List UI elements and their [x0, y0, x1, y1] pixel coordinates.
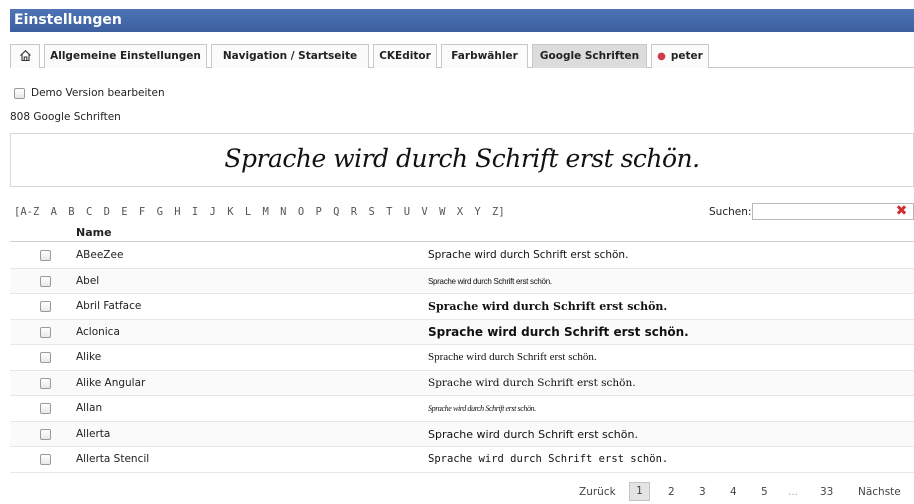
table-row[interactable]: Abel Sprache wird durch Schrift erst sch… — [10, 268, 914, 294]
pagination-page-last[interactable]: 33 — [820, 486, 833, 498]
font-name: Alike Angular — [76, 376, 146, 389]
font-sample: Sprache wird durch Schrift erst schön. — [428, 324, 689, 339]
font-sample: Sprache wird durch Schrift erst schön. — [428, 453, 669, 465]
table-row[interactable]: Alike Sprache wird durch Schrift erst sc… — [10, 345, 914, 371]
home-icon[interactable] — [10, 44, 40, 68]
alpha-filter-letter[interactable]: F — [139, 206, 145, 218]
pagination-next[interactable]: Nächste — [858, 486, 901, 498]
alpha-filter-letter[interactable]: L — [245, 206, 251, 218]
table-row[interactable]: Allerta Stencil Sprache wird durch Schri… — [10, 447, 914, 473]
tab-ckeditor[interactable]: CKEditor — [373, 44, 437, 68]
alpha-filter-letter[interactable]: X — [457, 206, 463, 218]
alpha-filter-letter[interactable]: W — [439, 206, 445, 218]
alpha-filter-letter[interactable]: I — [192, 206, 198, 218]
alpha-filter-letter[interactable]: A — [51, 206, 57, 218]
font-preview-box: Sprache wird durch Schrift erst schön. — [10, 133, 914, 187]
font-sample: Sprache wird durch Schrift erst schön. — [428, 351, 597, 363]
alpha-filter-letter[interactable]: K — [227, 206, 233, 218]
row-checkbox[interactable] — [40, 454, 51, 465]
font-sample: Sprache wird durch Schrift erst schön. — [428, 376, 636, 389]
row-checkbox[interactable] — [40, 428, 51, 440]
alpha-filter-letter[interactable]: M — [263, 206, 269, 218]
table-row[interactable]: Abril Fatface Sprache wird durch Schrift… — [10, 294, 914, 320]
demo-version-checkbox[interactable] — [14, 87, 25, 99]
pagination-page[interactable]: 4 — [730, 486, 737, 498]
font-sample: Sprache wird durch Schrift erst schön. — [428, 249, 629, 261]
alpha-filter-letter[interactable]: Y — [474, 206, 480, 218]
font-sample: Sprache wird durch Schrift erst schön. — [428, 404, 536, 413]
row-checkbox[interactable] — [40, 352, 51, 363]
alpha-filter-letter[interactable]: S — [368, 206, 374, 218]
pagination-page-current[interactable]: 1 — [629, 482, 650, 501]
font-list: ABeeZee Sprache wird durch Schrift erst … — [10, 243, 914, 473]
user-icon: ● — [657, 51, 666, 62]
font-name: Allerta Stencil — [76, 453, 150, 465]
clear-search-icon[interactable]: ✖ — [894, 204, 909, 219]
pagination-ellipsis: ... — [788, 486, 799, 498]
pagination: Zurück 1 2 3 4 5 ... 33 Nächste — [0, 482, 914, 502]
alpha-filter-letter[interactable]: J — [210, 206, 216, 218]
table-row[interactable]: Aclonica Sprache wird durch Schrift erst… — [10, 319, 914, 345]
window-title: Einstellungen — [10, 9, 914, 32]
row-checkbox[interactable] — [40, 403, 51, 414]
pagination-page[interactable]: 2 — [668, 486, 675, 498]
alpha-filter-letter[interactable]: C — [86, 206, 92, 218]
alpha-filter-all[interactable]: [A-Z — [14, 206, 39, 218]
alpha-filter-letter[interactable]: P — [315, 206, 321, 218]
tab-general-settings[interactable]: Allgemeine Einstellungen — [44, 44, 207, 68]
search-label: Suchen: — [709, 206, 752, 218]
pagination-prev[interactable]: Zurück — [579, 486, 616, 498]
alpha-filter-letter[interactable]: N — [280, 206, 286, 218]
font-count: 808 Google Schriften — [10, 111, 121, 123]
pagination-page[interactable]: 5 — [761, 486, 768, 498]
font-name: Abril Fatface — [76, 300, 142, 312]
tab-bar: Allgemeine Einstellungen Navigation / St… — [10, 44, 914, 68]
alpha-filter-letter[interactable]: V — [421, 206, 427, 218]
alpha-filter-letter[interactable]: Q — [333, 206, 339, 218]
tab-color-picker[interactable]: Farbwähler — [441, 44, 528, 68]
alpha-filter-letter[interactable]: T — [386, 206, 392, 218]
row-checkbox[interactable] — [40, 250, 51, 261]
font-name: ABeeZee — [76, 249, 124, 261]
demo-option: Demo Version bearbeiten — [14, 86, 165, 100]
column-header-name[interactable]: Name — [76, 226, 112, 239]
tab-google-fonts[interactable]: Google Schriften — [532, 44, 647, 68]
pagination-page[interactable]: 3 — [699, 486, 706, 498]
alpha-filter-letter[interactable]: G — [157, 206, 163, 218]
tab-navigation[interactable]: Navigation / Startseite — [211, 44, 369, 68]
font-name: Allerta — [76, 427, 111, 440]
alpha-filter-letter[interactable]: B — [68, 206, 74, 218]
row-checkbox[interactable] — [40, 326, 51, 338]
table-row[interactable]: Allerta Sprache wird durch Schrift erst … — [10, 421, 914, 447]
alpha-filter-letter[interactable]: E — [121, 206, 127, 218]
table-row[interactable]: ABeeZee Sprache wird durch Schrift erst … — [10, 243, 914, 269]
table-row[interactable]: Alike Angular Sprache wird durch Schrift… — [10, 370, 914, 396]
alpha-filter-letter[interactable]: O — [298, 206, 304, 218]
header-divider — [10, 241, 914, 242]
alphabet-filter: [A-Z A B C D E F G H I J K L M N O P Q R… — [14, 206, 510, 218]
row-checkbox[interactable] — [40, 301, 51, 312]
font-name: Alike — [76, 351, 102, 363]
row-checkbox[interactable] — [40, 275, 51, 287]
row-checkbox[interactable] — [40, 377, 51, 389]
font-name: Abel — [76, 274, 100, 287]
search-input[interactable] — [752, 203, 914, 220]
alpha-filter-letter[interactable]: D — [104, 206, 110, 218]
alpha-filter-letter[interactable]: U — [404, 206, 410, 218]
font-preview-text: Sprache wird durch Schrift erst schön. — [224, 144, 700, 173]
alpha-filter-letter[interactable]: H — [174, 206, 180, 218]
font-sample: Sprache wird durch Schrift erst schön. — [428, 300, 668, 313]
font-name: Aclonica — [76, 325, 120, 338]
table-row[interactable]: Allan Sprache wird durch Schrift erst sc… — [10, 396, 914, 422]
alpha-filter-letter[interactable]: R — [351, 206, 357, 218]
alpha-filter-letter[interactable]: Z] — [492, 206, 505, 218]
demo-version-label: Demo Version bearbeiten — [31, 87, 165, 99]
font-name: Allan — [76, 402, 103, 414]
font-sample: Sprache wird durch Schrift erst schön. — [428, 427, 638, 441]
user-name: peter — [670, 50, 703, 62]
font-sample: Sprache wird durch Schrift erst schön. — [428, 276, 552, 286]
tab-user[interactable]: ● peter — [651, 44, 709, 68]
